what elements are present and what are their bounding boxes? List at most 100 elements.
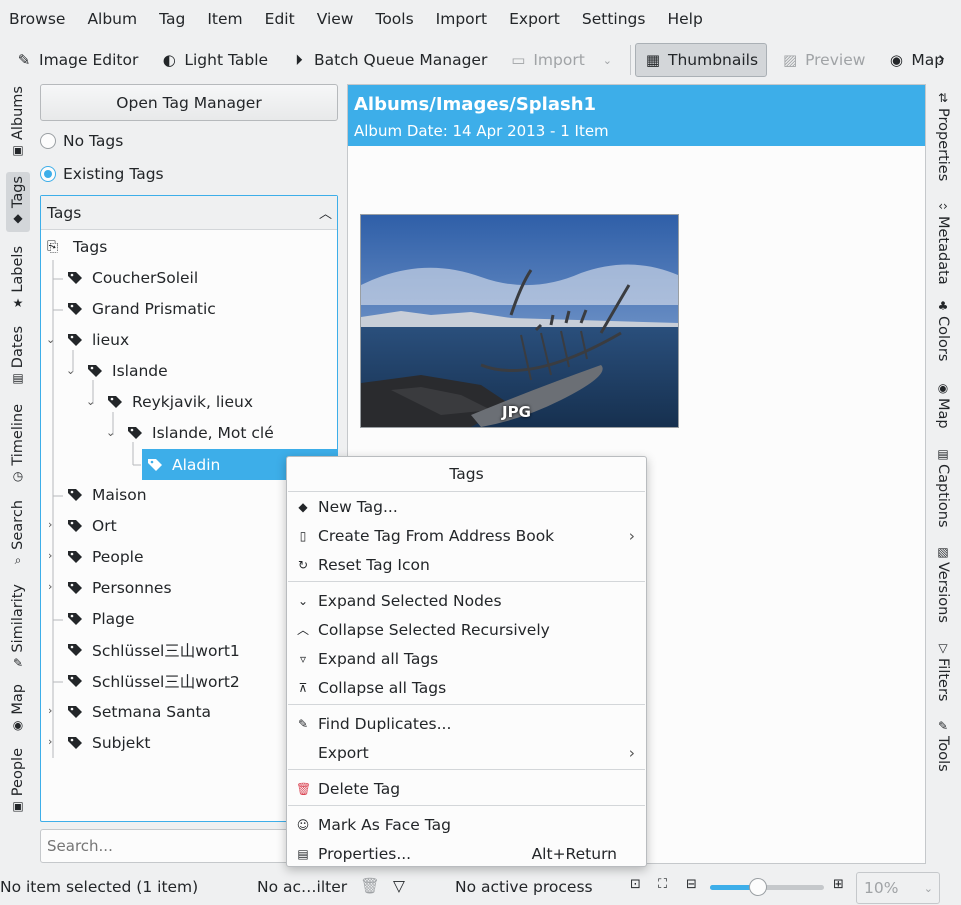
tree-item[interactable]: Personnes — [66, 574, 172, 602]
tab-versions[interactable]: ▧ Versions — [932, 542, 954, 623]
tree-item[interactable]: Islande, Mot clé — [126, 419, 274, 447]
existing-tags-radio[interactable]: Existing Tags — [40, 165, 164, 183]
tab-albums[interactable]: Albums ▣ — [6, 86, 30, 160]
tree-item[interactable]: Plage — [66, 605, 135, 633]
tree-item[interactable]: Ort — [66, 512, 117, 540]
chevron-right-icon[interactable]: › — [938, 48, 945, 69]
expand-arrow-icon[interactable]: › — [48, 704, 52, 717]
properties-item[interactable]: ▤ Properties... Alt+Return — [288, 839, 645, 868]
trash-icon[interactable]: 🗑 — [360, 877, 380, 895]
tree-item[interactable]: CoucherSoleil — [66, 264, 198, 292]
collapse-arrow-icon[interactable]: ⌄ — [86, 395, 95, 408]
zoom-level-select[interactable]: 10% ⌄ — [856, 872, 940, 904]
expand-arrow-icon[interactable]: › — [48, 549, 52, 562]
tab-timeline[interactable]: Timeline ◷ — [6, 404, 30, 486]
menu-tag[interactable]: Tag — [159, 10, 185, 28]
tab-map[interactable]: Map ◉ — [6, 684, 30, 735]
thumbnails-button[interactable]: ▦ Thumbnails — [635, 43, 768, 77]
tab-tags[interactable]: Tags ◆ — [6, 172, 30, 233]
import-button[interactable]: ▭ Import ⌄ — [501, 43, 620, 77]
tree-item[interactable]: Reykjavik, lieux — [106, 388, 253, 416]
menu-separator — [288, 704, 645, 705]
tab-filters[interactable]: ▽ Filters — [932, 638, 954, 701]
zoom-in-icon[interactable]: ⊞ — [833, 877, 844, 892]
tree-item[interactable]: Subjekt — [66, 729, 150, 757]
tree-item[interactable]: lieux — [66, 326, 129, 354]
shortcut-label: Alt+Return — [531, 844, 617, 863]
expand-all-tags-item[interactable]: ▿ Expand all Tags — [288, 644, 645, 673]
menu-album[interactable]: Album — [87, 10, 137, 28]
tab-people[interactable]: People ▣ — [6, 748, 30, 816]
chevron-up-icon[interactable]: ︿ — [319, 203, 332, 222]
tree-root-tags[interactable]: ⎘ Tags — [47, 233, 107, 261]
album-header: Albums/Images/Splash1 Album Date: 14 Apr… — [348, 85, 925, 146]
tree-item[interactable]: People — [66, 543, 144, 571]
tag-icon — [68, 303, 82, 315]
expand-arrow-icon[interactable]: › — [48, 735, 52, 748]
tab-captions[interactable]: ▤ Captions — [932, 444, 954, 528]
no-tags-radio[interactable]: No Tags — [40, 132, 123, 150]
tag-icon — [148, 458, 162, 471]
export-item[interactable]: Export › — [288, 738, 645, 767]
reset-tag-icon-item[interactable]: ↻ Reset Tag Icon — [288, 550, 645, 579]
menu-item[interactable]: Item — [207, 10, 242, 28]
tree-item[interactable]: Islande — [86, 357, 168, 385]
menu-view[interactable]: View — [317, 10, 354, 28]
expand-selected-nodes-item[interactable]: ⌄ Expand Selected Nodes — [288, 586, 645, 615]
radio-circle-checked — [40, 166, 56, 182]
menu-bar: Browse Album Tag Item Edit View Tools Im… — [0, 0, 961, 38]
tag-icon — [108, 396, 122, 408]
menu-help[interactable]: Help — [667, 10, 702, 28]
collapse-selected-recursively-item[interactable]: ︿ Collapse Selected Recursively — [288, 615, 645, 644]
menu-browse[interactable]: Browse — [9, 10, 65, 28]
new-tag-item[interactable]: ◆ New Tag... — [288, 492, 645, 521]
preview-button[interactable]: ▨ Preview — [773, 43, 873, 77]
collapse-arrow-icon[interactable]: ⌄ — [106, 426, 115, 439]
zoom-slider-handle[interactable] — [748, 878, 767, 896]
tab-dates[interactable]: Dates ▤ — [6, 326, 30, 388]
collapse-arrow-icon[interactable]: ⌄ — [46, 333, 55, 346]
menu-import[interactable]: Import — [436, 10, 487, 28]
code-icon: ‹› — [938, 199, 948, 213]
tab-similarity[interactable]: Similarity ✎ — [6, 584, 30, 673]
tab-metadata[interactable]: ‹› Metadata — [932, 196, 954, 285]
zoom-actual-icon[interactable]: ⛶ — [658, 877, 667, 892]
tags-panel-header[interactable]: Tags ︿ — [41, 196, 337, 230]
expand-arrow-icon[interactable]: › — [48, 518, 52, 531]
menu-export[interactable]: Export — [509, 10, 560, 28]
zoom-out-icon[interactable]: ⊟ — [686, 877, 697, 892]
batch-queue-manager-button[interactable]: ⏵ Batch Queue Manager — [282, 43, 495, 77]
tag-icon — [88, 365, 102, 377]
menu-settings[interactable]: Settings — [582, 10, 646, 28]
open-tag-manager-button[interactable]: Open Tag Manager — [40, 84, 338, 121]
tab-tools[interactable]: ✎ Tools — [932, 716, 954, 772]
menu-edit[interactable]: Edit — [265, 10, 295, 28]
toolbar-separator — [630, 45, 631, 75]
tree-item[interactable]: Schlüssel三山wort1 — [66, 636, 240, 664]
tree-item[interactable]: Schlüssel三山wort2 — [66, 667, 240, 695]
tab-map-right[interactable]: ◉ Map — [932, 378, 954, 429]
expand-arrow-icon[interactable]: › — [48, 580, 52, 593]
image-editor-button[interactable]: ✎ Image Editor — [7, 43, 146, 77]
create-tag-from-address-book-item[interactable]: ▯ Create Tag From Address Book › — [288, 521, 645, 550]
tree-item[interactable]: Grand Prismatic — [66, 295, 216, 323]
tree-item[interactable]: Setmana Santa — [66, 698, 211, 726]
left-sidebar-tabs: Albums ▣ Tags ◆ Labels ★ Dates ▤ Timeline ◷ S… — [2, 86, 30, 866]
menu-tools[interactable]: Tools — [375, 10, 413, 28]
zoom-slider[interactable] — [710, 878, 824, 896]
tab-colors[interactable]: ♣ Colors — [932, 296, 954, 361]
filter-status[interactable]: No ac…ilter — [257, 878, 347, 896]
tab-search[interactable]: Search ⌕ — [6, 500, 30, 571]
collapse-all-tags-item[interactable]: ⊼ Collapse all Tags — [288, 673, 645, 702]
tab-labels[interactable]: Labels ★ — [6, 246, 30, 313]
image-thumbnail[interactable]: JPG — [360, 214, 679, 428]
mark-as-face-tag-item[interactable]: ☺ Mark As Face Tag — [288, 810, 645, 839]
zoom-fit-icon[interactable]: ⊡ — [630, 877, 641, 892]
tree-item[interactable]: Maison — [66, 481, 147, 509]
light-table-button[interactable]: ◐ Light Table — [152, 43, 276, 77]
delete-tag-item[interactable]: 🗑 Delete Tag — [288, 774, 645, 803]
find-duplicates-item[interactable]: ✎ Find Duplicates... — [288, 709, 645, 738]
filter-icon[interactable]: ▽ — [393, 877, 405, 895]
tab-properties[interactable]: ⇅ Properties — [932, 88, 954, 181]
collapse-arrow-icon[interactable]: ⌄ — [66, 364, 75, 377]
